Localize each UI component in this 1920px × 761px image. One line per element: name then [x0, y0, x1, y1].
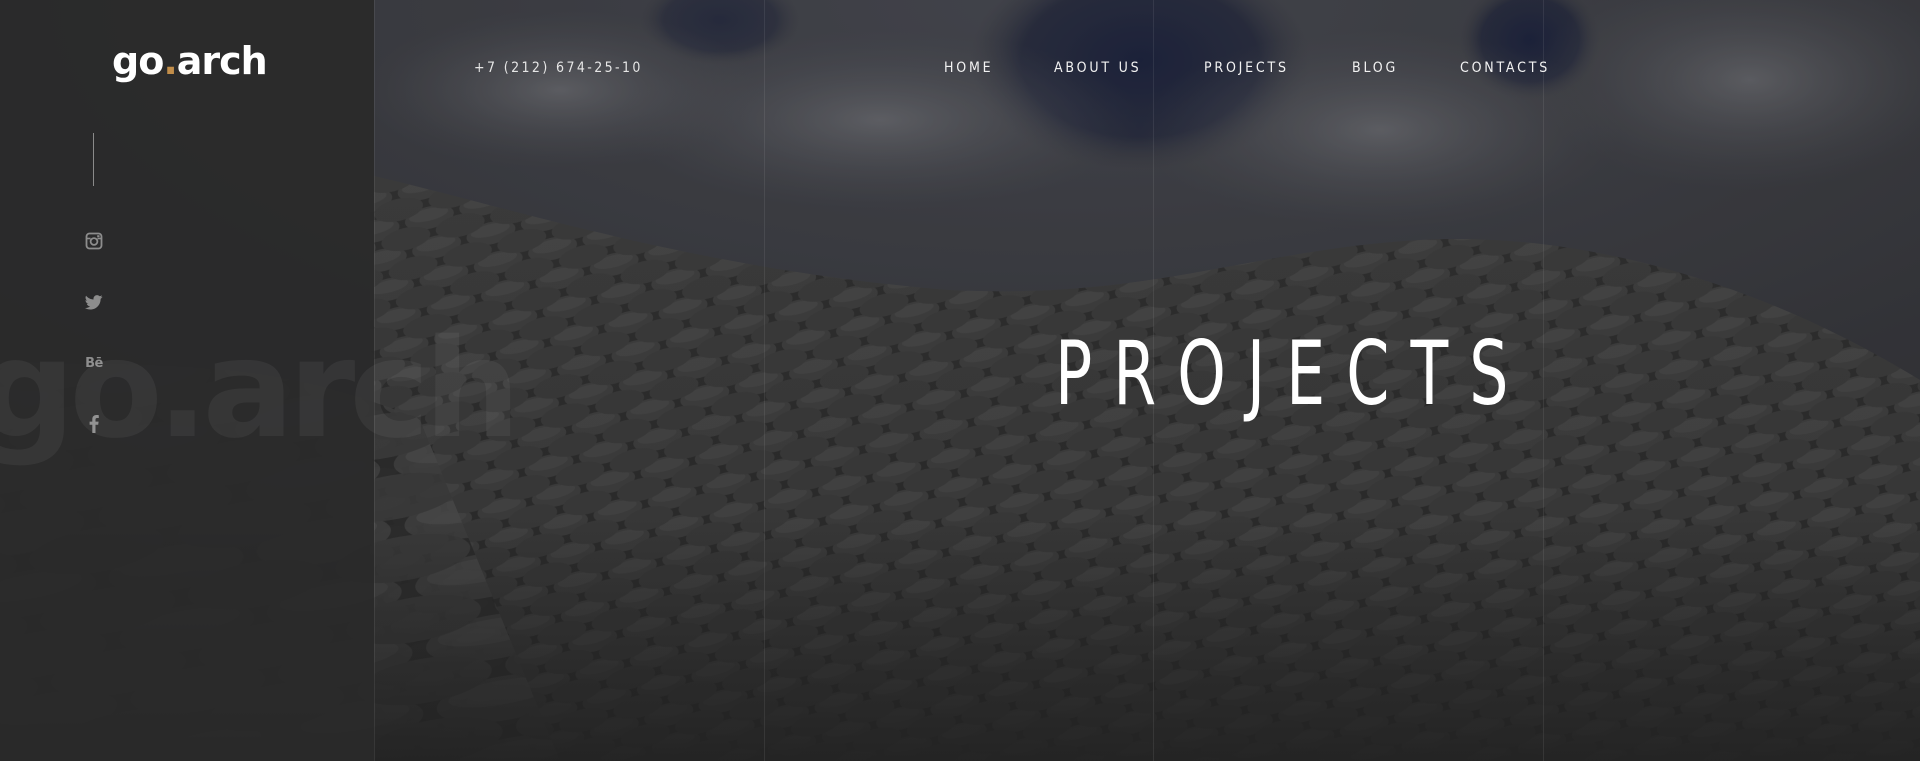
- page-title: PROJECTS: [1055, 322, 1530, 425]
- twitter-link[interactable]: [80, 288, 108, 316]
- instagram-link[interactable]: [80, 227, 108, 255]
- main-nav: HOME ABOUT US PROJECTS BLOG CONTACTS: [0, 60, 1920, 80]
- page: go.arch Bē +7 (212) 674-25-10 HOME ABOUT…: [0, 0, 1920, 761]
- nav-about-us[interactable]: ABOUT US: [1054, 60, 1141, 76]
- facebook-icon: [89, 415, 99, 433]
- behance-link[interactable]: Bē: [80, 349, 108, 377]
- nav-home[interactable]: HOME: [944, 60, 993, 76]
- grid-line: [764, 0, 765, 761]
- sidebar-divider: [93, 133, 94, 186]
- twitter-icon: [85, 294, 103, 310]
- nav-projects[interactable]: PROJECTS: [1204, 60, 1289, 76]
- grid-line: [374, 0, 375, 761]
- instagram-icon: [85, 232, 103, 250]
- sidebar: go.arch Bē: [0, 0, 374, 761]
- nav-blog[interactable]: BLOG: [1352, 60, 1398, 76]
- behance-icon: Bē: [85, 355, 103, 371]
- nav-contacts[interactable]: CONTACTS: [1460, 60, 1550, 76]
- facebook-link[interactable]: [80, 410, 108, 438]
- grid-line: [1543, 0, 1544, 761]
